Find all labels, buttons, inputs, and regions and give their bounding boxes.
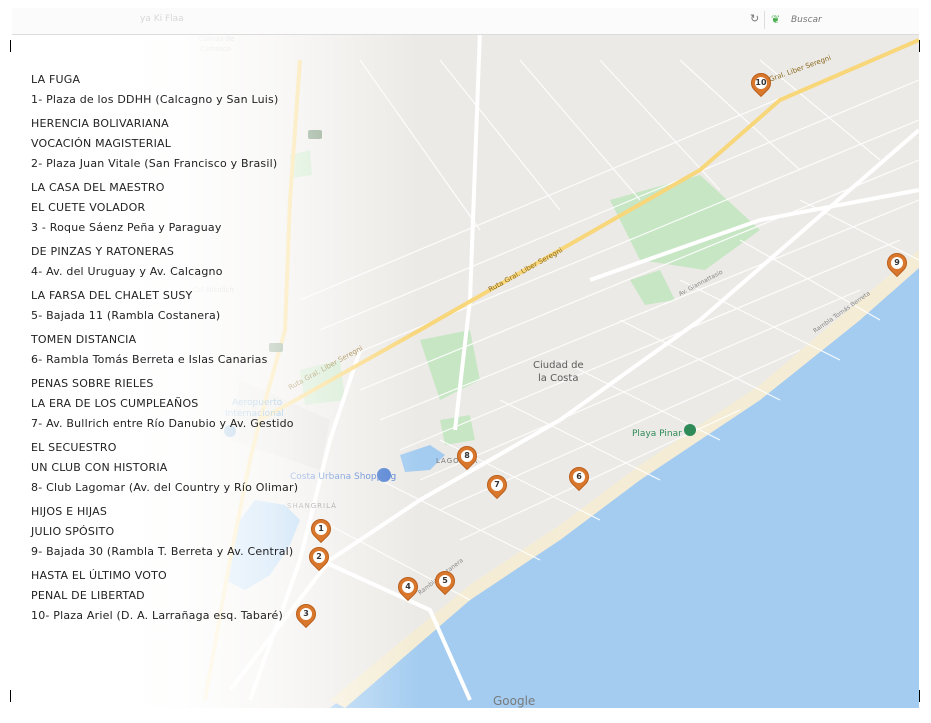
- url-bar[interactable]: ya Ki Flaa: [140, 14, 184, 24]
- legend-group: TOMEN DISTANCIA 6- Rambla Tomás Berreta e…: [31, 330, 298, 374]
- legend-location: 1- Plaza de los DDHH (Calcagno y San Lui…: [31, 93, 279, 106]
- legend-location: 3 - Roque Sáenz Peña y Paraguay: [31, 221, 222, 234]
- label-city-2: la Costa: [538, 373, 578, 384]
- legend-gap: [31, 626, 298, 630]
- shopping-icon: [377, 468, 391, 482]
- browser-toolbar: ya Ki Flaa ↻ ❦ Buscar: [12, 8, 919, 35]
- map-marker-4[interactable]: 4: [393, 572, 423, 603]
- marker-number: 7: [491, 479, 503, 491]
- crop-mark: [10, 690, 11, 702]
- search-input[interactable]: ❦ Buscar: [764, 11, 915, 29]
- legend-story-title: TOMEN DISTANCIA: [31, 333, 137, 346]
- map-marker-7[interactable]: 7: [482, 470, 512, 501]
- legend-location: 9- Bajada 30 (Rambla T. Berreta y Av. Ce…: [31, 545, 294, 558]
- map-marker-9[interactable]: 9: [882, 248, 912, 279]
- crop-mark: [919, 40, 920, 52]
- legend-story-title: JULIO SPÓSITO: [31, 525, 115, 538]
- legend-story-title: DE PINZAS Y RATONERAS: [31, 245, 175, 258]
- map-marker-6[interactable]: 6: [564, 462, 594, 493]
- legend-story-title: VOCACIÓN MAGISTERIAL: [31, 137, 172, 150]
- legend-story-title: PENAL DE LIBERTAD: [31, 589, 145, 602]
- map-marker-2[interactable]: 2: [304, 542, 334, 573]
- legend-list: LA FUGA 1- Plaza de los DDHH (Calcagno y …: [31, 70, 298, 630]
- search-placeholder: Buscar: [791, 15, 822, 25]
- label-colinas: Colinas de: [198, 35, 234, 43]
- legend-story-title: HIJOS E HIJAS: [31, 505, 108, 518]
- label-city: Ciudad de: [533, 360, 584, 371]
- legend-group: PENAS SOBRE RIELES LA ERA DE LOS CUMPLEAÑ…: [31, 374, 298, 438]
- marker-number: 10: [755, 77, 767, 89]
- legend-location: 10- Plaza Ariel (D. A. Larrañaga esq. Ta…: [31, 609, 283, 622]
- legend-location: 6- Rambla Tomás Berreta e Islas Canarias: [31, 353, 268, 366]
- marker-number: 8: [461, 450, 473, 462]
- legend-story-title: PENAS SOBRE RIELES: [31, 377, 154, 390]
- legend-group: LA FARSA DEL CHALET SUSY 5- Bajada 11 (Ra…: [31, 286, 298, 330]
- legend-location: 5- Bajada 11 (Rambla Costanera): [31, 309, 221, 322]
- legend-story-title: LA FARSA DEL CHALET SUSY: [31, 289, 193, 302]
- legend-story-title: HERENCIA BOLIVARIANA: [31, 117, 169, 130]
- marker-number: 1: [315, 523, 327, 535]
- legend-location: 8- Club Lagomar (Av. del Country y Río O…: [31, 481, 299, 494]
- legend-story-title: LA FUGA: [31, 73, 81, 86]
- legend-story-title: LA ERA DE LOS CUMPLEAÑOS: [31, 397, 199, 410]
- leaf-search-icon: ❦: [771, 13, 781, 26]
- legend-location: 7- Av. Bullrich entre Río Danubio y Av. …: [31, 417, 294, 430]
- beach-icon: [684, 424, 696, 436]
- legend-group: HERENCIA BOLIVARIANA VOCACIÓN MAGISTERIAL…: [31, 114, 298, 178]
- refresh-icon[interactable]: ↻: [750, 12, 759, 25]
- legend-story-title: EL CUETE VOLADOR: [31, 201, 146, 214]
- label-playa: Playa Pinar: [632, 429, 682, 439]
- map-marker-8[interactable]: 8: [452, 441, 482, 472]
- map-marker-1[interactable]: 1: [306, 514, 336, 545]
- map-marker-5[interactable]: 5: [430, 566, 460, 597]
- legend-story-title: HASTA EL ÚLTIMO VOTO: [31, 569, 167, 582]
- marker-number: 2: [313, 551, 325, 563]
- legend-group: EL SECUESTRO UN CLUB CON HISTORIA 8- Club …: [31, 438, 298, 502]
- legend-group: LA FUGA 1- Plaza de los DDHH (Calcagno y …: [31, 70, 298, 114]
- map-marker-3[interactable]: 3: [291, 599, 321, 630]
- legend-story-title: EL SECUESTRO: [31, 441, 117, 454]
- map-marker-10[interactable]: 10: [746, 68, 776, 99]
- label-carrasco: Carrasco: [200, 45, 231, 53]
- google-logo: Google: [493, 694, 535, 708]
- route-shield-101: [308, 130, 322, 139]
- marker-number: 3: [300, 608, 312, 620]
- legend-group: DE PINZAS Y RATONERAS 4- Av. del Uruguay …: [31, 242, 298, 286]
- marker-number: 6: [573, 471, 585, 483]
- crop-mark: [919, 690, 920, 702]
- marker-number: 9: [891, 257, 903, 269]
- legend-story-title: LA CASA DEL MAESTRO: [31, 181, 165, 194]
- legend-story-title: UN CLUB CON HISTORIA: [31, 461, 168, 474]
- legend-group: HASTA EL ÚLTIMO VOTO PENAL DE LIBERTAD 10-…: [31, 566, 298, 630]
- crop-mark: [10, 40, 11, 52]
- legend-group: HIJOS E HIJAS JULIO SPÓSITO 9- Bajada 30 (…: [31, 502, 298, 566]
- legend-group: LA CASA DEL MAESTRO EL CUETE VOLADOR 3 - R…: [31, 178, 298, 242]
- marker-number: 4: [402, 581, 414, 593]
- marker-number: 5: [439, 575, 451, 587]
- legend-location: 2- Plaza Juan Vitale (San Francisco y Br…: [31, 157, 278, 170]
- legend-location: 4- Av. del Uruguay y Av. Calcagno: [31, 265, 223, 278]
